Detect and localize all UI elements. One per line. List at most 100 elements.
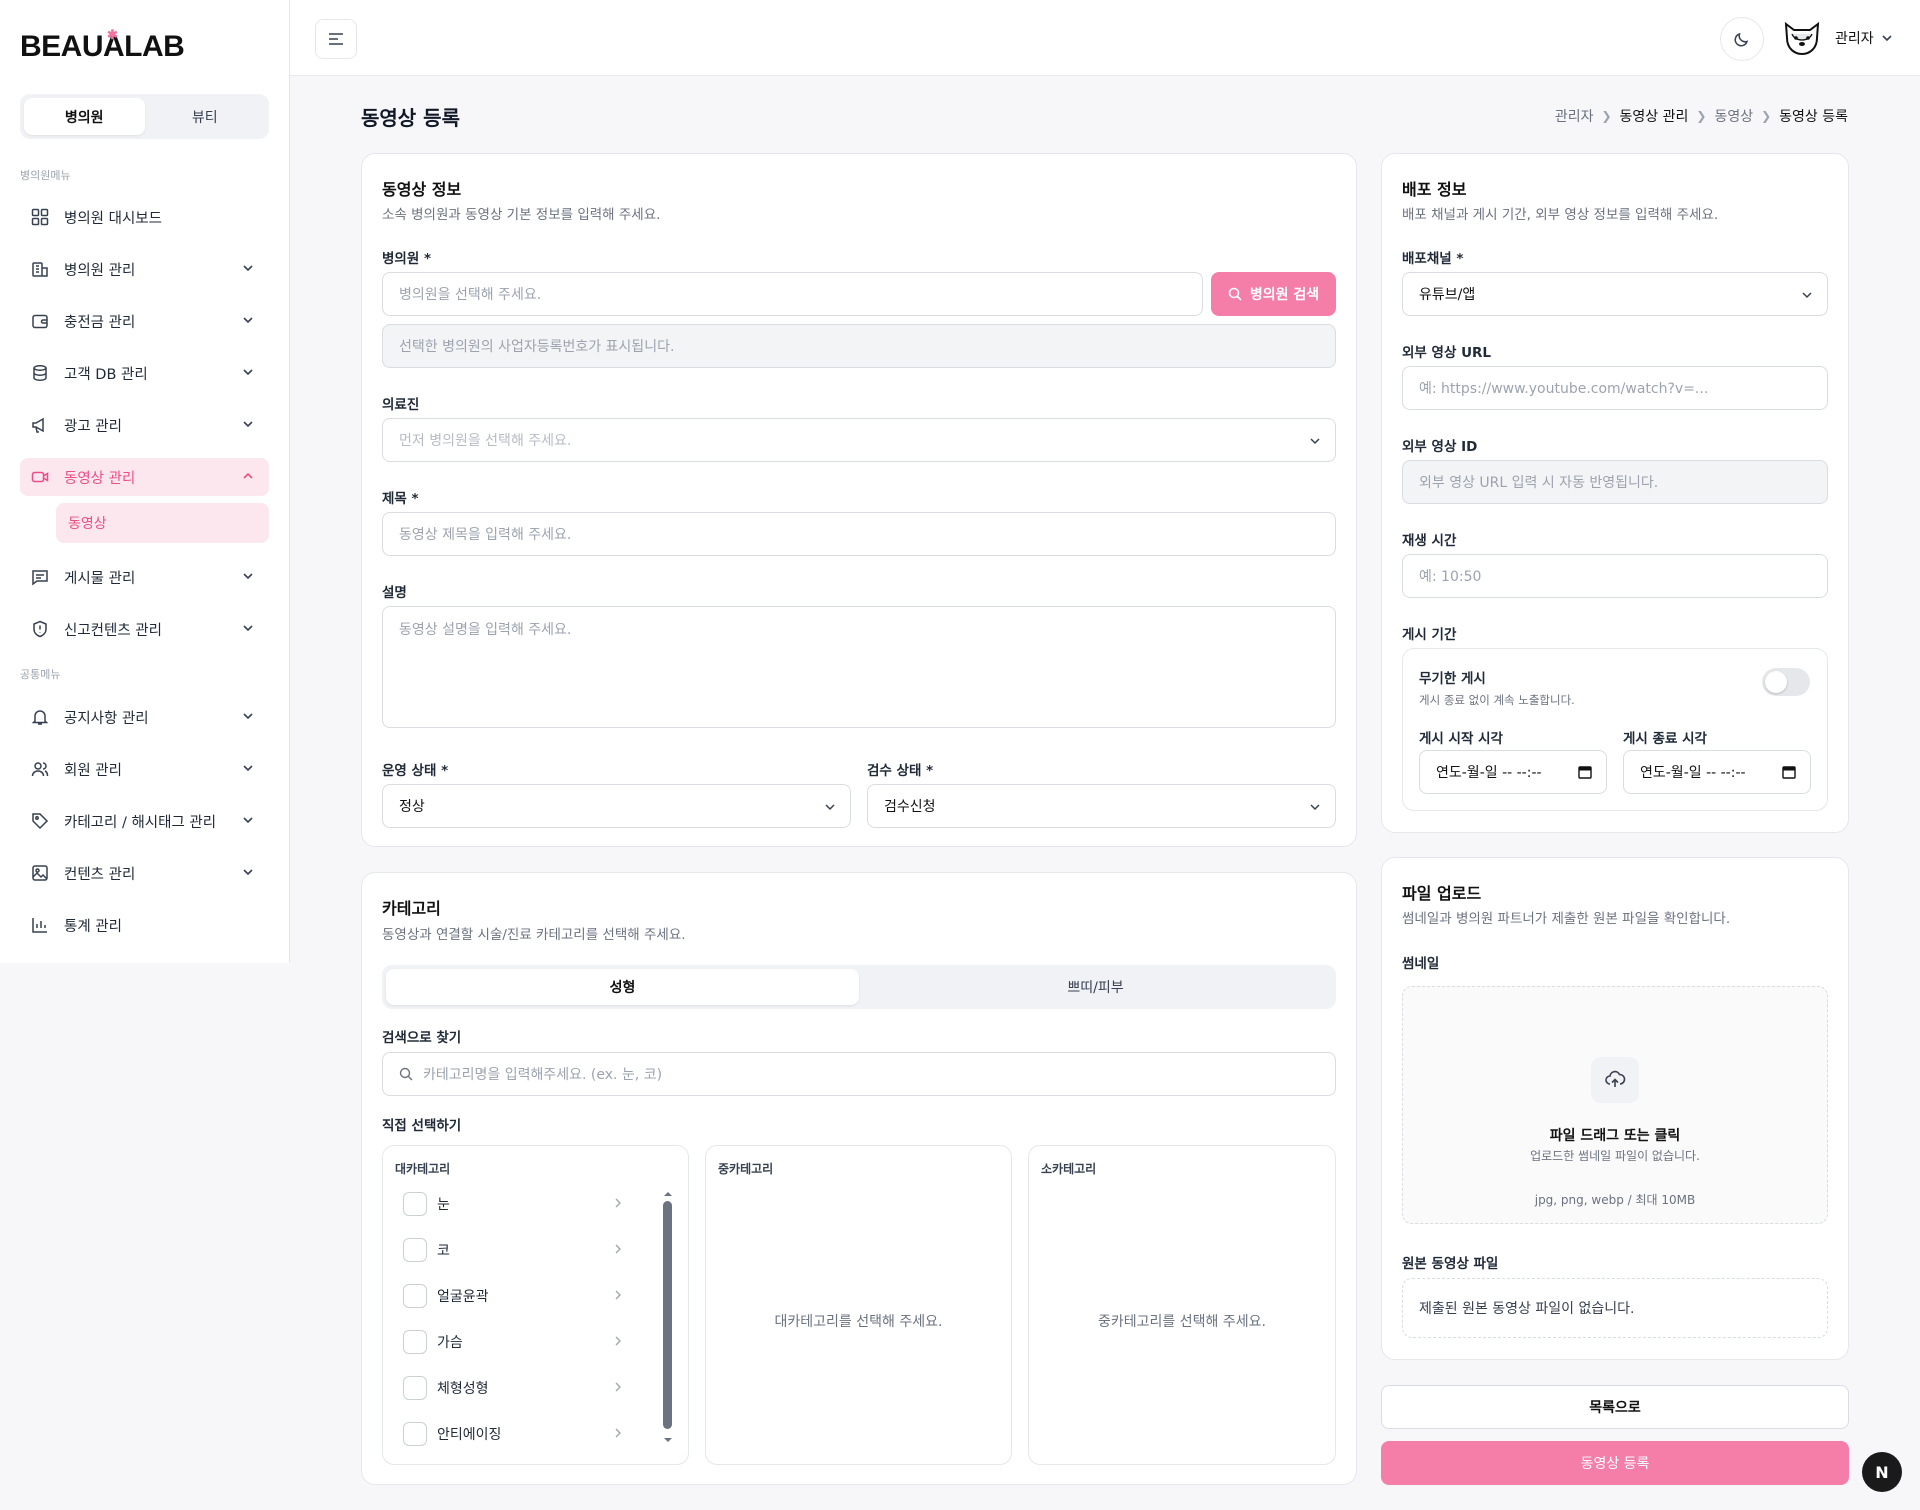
channel-label: 배포채널 * — [1402, 251, 1464, 267]
checkbox[interactable] — [403, 1192, 427, 1216]
category-item-nose[interactable]: 코 — [403, 1235, 633, 1265]
sidebar-item-notice[interactable]: 공지사항 관리 — [20, 698, 269, 736]
category-search-placeholder: 카테고리명을 입력해주세요. (ex. 눈, 코) — [423, 1067, 663, 1083]
calendar-icon[interactable] — [1782, 765, 1796, 779]
sidebar-item-label: 공지사항 관리 — [64, 710, 149, 727]
chevron-down-icon — [1310, 438, 1320, 445]
chevron-right-icon: ❯ — [1696, 109, 1707, 123]
thumbnail-dropzone[interactable]: 파일 드래그 또는 클릭 업로드한 썸네일 파일이 없습니다. jpg, png… — [1402, 986, 1828, 1224]
chevron-right-icon — [615, 1336, 621, 1346]
sidebar-item-label: 광고 관리 — [64, 418, 122, 435]
video-info-subtitle: 소속 병의원과 동영상 기본 정보를 입력해 주세요. — [382, 207, 661, 223]
checkbox[interactable] — [403, 1238, 427, 1262]
start-datetime-input[interactable]: 연도-월-일 -- --:-- — [1419, 750, 1607, 794]
sidebar-item-hospital[interactable]: 병의원 관리 — [20, 250, 269, 288]
sidebar-item-members[interactable]: 회원 관리 — [20, 750, 269, 788]
checkbox[interactable] — [403, 1376, 427, 1400]
checkbox[interactable] — [403, 1330, 427, 1354]
chevron-down-icon — [243, 765, 253, 772]
sidebar-item-label: 통계 관리 — [64, 918, 122, 935]
external-url-input[interactable]: 예: https://www.youtube.com/watch?v=... — [1402, 366, 1828, 410]
avatar[interactable] — [1780, 16, 1824, 60]
sidebar-subitem-video[interactable]: 동영상 — [56, 503, 269, 543]
unlimited-toggle[interactable] — [1762, 668, 1810, 696]
floating-action-button[interactable]: N — [1862, 1452, 1902, 1492]
user-menu[interactable]: 관리자 — [1835, 28, 1894, 48]
checkbox[interactable] — [403, 1284, 427, 1308]
review-status-value: 검수신청 — [884, 799, 936, 815]
sidebar-item-stats[interactable]: 통계 관리 — [20, 906, 269, 944]
brand-logo[interactable]: BEAUALAB ✱ — [20, 27, 185, 64]
upload-cloud-icon — [1591, 1057, 1639, 1103]
chevron-up-icon — [243, 472, 253, 479]
chevron-down-icon — [1882, 35, 1892, 42]
category-item-breast[interactable]: 가슴 — [403, 1327, 633, 1357]
chevron-down-icon — [243, 265, 253, 272]
review-status-select[interactable]: 검수신청 — [867, 784, 1336, 828]
play-time-label: 재생 시간 — [1402, 533, 1457, 549]
chevron-down-icon — [243, 869, 253, 876]
doctor-select-placeholder: 먼저 병의원을 선택해 주세요. — [399, 433, 572, 449]
sidebar-item-video[interactable]: 동영상 관리 — [20, 458, 269, 496]
hospital-label: 병의원 * — [382, 251, 432, 267]
sidebar-item-category[interactable]: 카테고리 / 해시태그 관리 — [20, 802, 269, 840]
dropzone-desc: 업로드한 썸네일 파일이 없습니다. — [1530, 1149, 1700, 1163]
operation-status-value: 정상 — [399, 799, 425, 815]
scroll-up-icon[interactable] — [663, 1190, 673, 1198]
sidebar-item-customer-db[interactable]: 고객 DB 관리 — [20, 354, 269, 392]
calendar-icon[interactable] — [1578, 765, 1592, 779]
end-datetime-input[interactable]: 연도-월-일 -- --:-- — [1623, 750, 1811, 794]
sidebar: BEAUALAB ✱ 병의원 뷰티 병의원메뉴 병의원 대시보드 병의원 관리 충… — [0, 0, 290, 963]
category-search-input[interactable]: 카테고리명을 입력해주세요. (ex. 눈, 코) — [382, 1052, 1336, 1096]
chevron-right-icon: ❯ — [1761, 109, 1772, 123]
sidebar-toggle-button[interactable] — [315, 19, 357, 59]
external-url-label: 외부 영상 URL — [1402, 345, 1492, 361]
sidebar-item-contents[interactable]: 컨텐츠 관리 — [20, 854, 269, 892]
doctor-select[interactable]: 먼저 병의원을 선택해 주세요. — [382, 418, 1336, 462]
chevron-down-icon — [243, 421, 253, 428]
sidebar-item-posts[interactable]: 게시물 관리 — [20, 558, 269, 596]
chevron-right-icon — [615, 1290, 621, 1300]
review-status-label: 검수 상태 * — [867, 763, 934, 779]
section-label-common: 공통메뉴 — [20, 668, 61, 681]
channel-select[interactable]: 유튜브/앱 — [1402, 272, 1828, 316]
dog-avatar-icon — [1784, 21, 1820, 56]
sidebar-item-ads[interactable]: 광고 관리 — [20, 406, 269, 444]
bar-chart-icon — [30, 915, 50, 935]
register-video-button[interactable]: 동영상 등록 — [1381, 1441, 1849, 1485]
sidebar-item-report[interactable]: 신고컨텐츠 관리 — [20, 610, 269, 648]
checkbox[interactable] — [403, 1422, 427, 1446]
unlimited-title: 무기한 게시 — [1419, 671, 1486, 687]
category-item-anti-aging[interactable]: 안티에이징 — [403, 1419, 633, 1449]
user-name: 관리자 — [1835, 31, 1874, 47]
title-input[interactable]: 동영상 제목을 입력해 주세요. — [382, 512, 1336, 556]
play-time-input[interactable]: 예: 10:50 — [1402, 554, 1828, 598]
category-item-body[interactable]: 체형성형 — [403, 1373, 633, 1403]
hospital-input[interactable]: 병의원을 선택해 주세요. — [382, 272, 1203, 316]
sidebar-item-dashboard[interactable]: 병의원 대시보드 — [20, 198, 269, 236]
category-item-eye[interactable]: 눈 — [403, 1189, 633, 1219]
chevron-down-icon — [243, 817, 253, 824]
operation-status-label: 운영 상태 * — [382, 763, 449, 779]
theme-toggle-button[interactable] — [1720, 17, 1764, 61]
page-title: 동영상 등록 — [361, 106, 460, 130]
description-textarea[interactable]: 동영상 설명을 입력해 주세요. — [382, 606, 1336, 728]
tab-plastic-surgery[interactable]: 성형 — [386, 969, 859, 1005]
hospital-search-button[interactable]: 병의원 검색 — [1211, 272, 1336, 316]
chevron-down-icon — [243, 573, 253, 580]
category-scrollbar[interactable] — [663, 1201, 672, 1429]
tab-petit-skin[interactable]: 쁘띠/피부 — [859, 969, 1332, 1005]
chevron-down-icon — [243, 317, 253, 324]
operation-status-select[interactable]: 정상 — [382, 784, 851, 828]
back-to-list-button[interactable]: 목록으로 — [1381, 1385, 1849, 1429]
scroll-down-icon[interactable] — [663, 1436, 673, 1444]
breadcrumb-item[interactable]: 동영상 — [1714, 106, 1753, 126]
breadcrumb-item[interactable]: 동영상 관리 — [1620, 106, 1689, 126]
breadcrumb-item[interactable]: 관리자 — [1555, 106, 1594, 126]
segment-hospital[interactable]: 병의원 — [24, 98, 145, 135]
segment-beauty[interactable]: 뷰티 — [145, 98, 266, 135]
hospital-beauty-switch: 병의원 뷰티 — [20, 94, 269, 139]
thumbnail-label: 썸네일 — [1402, 956, 1440, 972]
sidebar-item-charge[interactable]: 충전금 관리 — [20, 302, 269, 340]
category-item-facial-contour[interactable]: 얼굴윤곽 — [403, 1281, 633, 1311]
